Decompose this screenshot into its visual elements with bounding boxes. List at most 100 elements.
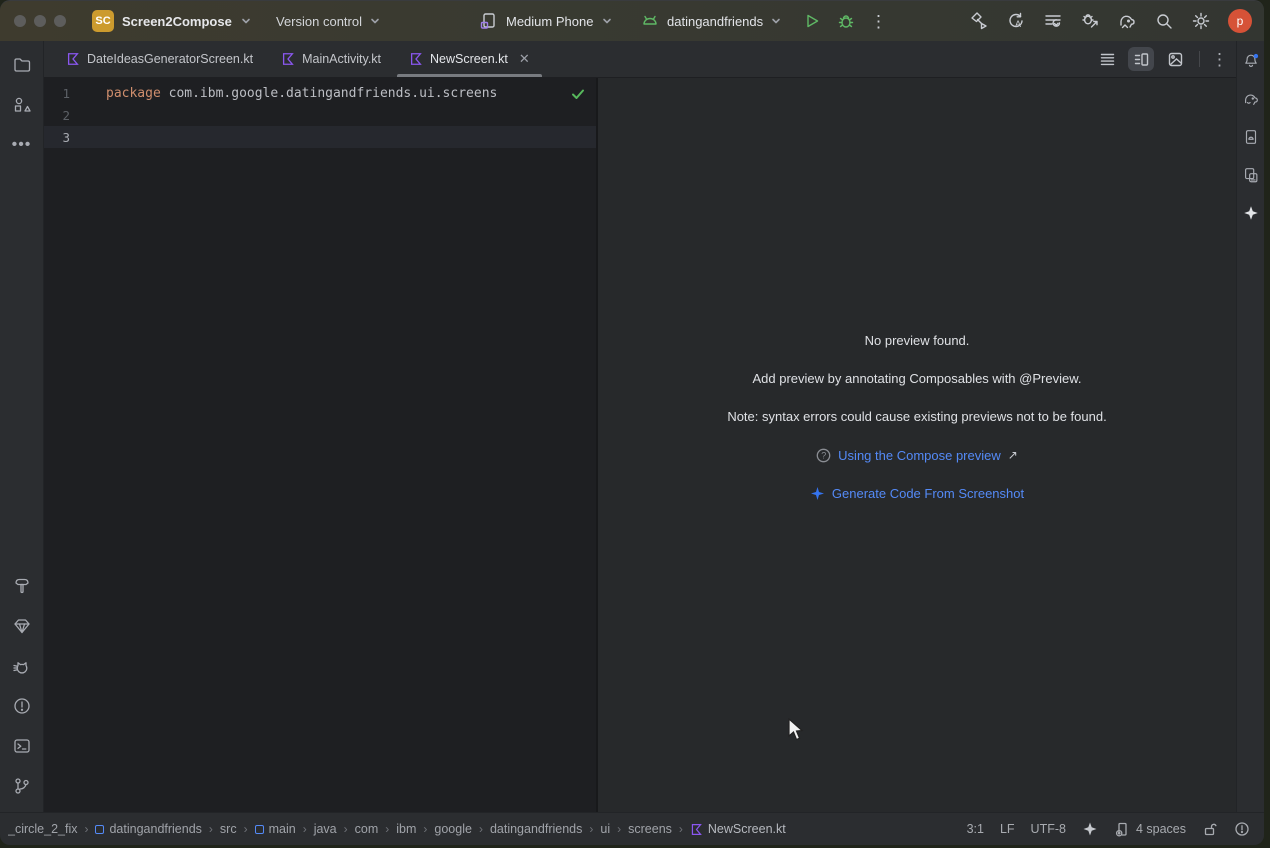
ide-window: SC Screen2Compose Version control Medium… xyxy=(0,0,1264,845)
gemini-assistant-button[interactable] xyxy=(1239,201,1263,225)
device-manager-button[interactable] xyxy=(1239,125,1263,149)
project-tool-button[interactable] xyxy=(8,51,36,79)
chevron-right-icon: › xyxy=(303,822,307,836)
breadcrumb-item[interactable]: main xyxy=(255,822,296,836)
code-view-icon xyxy=(1099,51,1116,68)
breadcrumb-item[interactable]: com xyxy=(355,822,379,836)
terminal-icon xyxy=(12,736,32,756)
logcat-tool-button[interactable] xyxy=(8,652,36,680)
build-tool-button[interactable] xyxy=(8,572,36,600)
chevron-right-icon: › xyxy=(617,822,621,836)
build-run-icon[interactable] xyxy=(969,11,989,31)
breadcrumb-item[interactable]: src xyxy=(220,822,237,836)
apply-code-changes-icon[interactable]: A xyxy=(1006,11,1026,31)
attach-debugger-icon[interactable] xyxy=(1080,11,1100,31)
line-number: 2 xyxy=(44,108,80,123)
design-view-icon xyxy=(1167,51,1184,68)
code-view-button[interactable] xyxy=(1094,47,1120,71)
compose-preview-help-link[interactable]: ? Using the Compose preview ↗ xyxy=(816,447,1018,463)
gemini-status-icon[interactable] xyxy=(1082,821,1098,837)
breadcrumb-item[interactable]: ui xyxy=(600,822,610,836)
tab-mainactivity[interactable]: MainActivity.kt xyxy=(267,41,395,77)
user-avatar[interactable]: p xyxy=(1228,9,1252,33)
git-branch-icon xyxy=(12,776,32,796)
preview-message-hint: Add preview by annotating Composables wi… xyxy=(753,371,1082,387)
list-refresh-icon[interactable] xyxy=(1043,11,1063,31)
breadcrumb-item[interactable]: _circle_2_fix xyxy=(8,822,77,836)
run-controls: ⋮ xyxy=(802,1,887,41)
encoding-widget[interactable]: UTF-8 xyxy=(1031,822,1066,836)
gemini-sparkle-icon xyxy=(810,486,825,501)
code-text: package com.ibm.google.datingandfriends.… xyxy=(80,86,497,101)
search-icon[interactable] xyxy=(1154,11,1174,31)
breadcrumb-item[interactable]: java xyxy=(314,822,337,836)
breadcrumb-item[interactable]: datingandfriends xyxy=(490,822,582,836)
gemini-tool-button[interactable] xyxy=(8,612,36,640)
code-editor[interactable]: 1 package com.ibm.google.datingandfriend… xyxy=(44,78,596,812)
gradle-tool-button[interactable] xyxy=(1239,87,1263,111)
editor-tab-bar: DateIdeasGeneratorScreen.kt MainActivity… xyxy=(44,41,1236,78)
indent-widget[interactable]: 4 spaces xyxy=(1114,821,1186,837)
project-icon: SC xyxy=(92,10,114,32)
status-widgets: 3:1 LF UTF-8 4 spaces xyxy=(967,821,1250,837)
bell-icon xyxy=(1242,52,1260,70)
breadcrumb-item[interactable]: ibm xyxy=(396,822,416,836)
generate-link-label: Generate Code From Screenshot xyxy=(832,486,1024,501)
breadcrumb-item[interactable]: datingandfriends xyxy=(95,822,201,836)
compose-preview-panel: No preview found. Add preview by annotat… xyxy=(598,78,1236,812)
run-configuration-selector[interactable]: datingandfriends xyxy=(640,1,782,41)
version-control-menu[interactable]: Version control xyxy=(276,1,381,41)
module-icon xyxy=(255,825,264,834)
minimize-window-button[interactable] xyxy=(34,15,46,27)
ellipsis-icon: ••• xyxy=(12,136,32,154)
device-selector[interactable]: Medium Phone xyxy=(478,1,613,41)
resizable-device-icon xyxy=(478,11,498,31)
indent-settings-icon xyxy=(1114,821,1130,837)
generate-code-from-screenshot-link[interactable]: Generate Code From Screenshot xyxy=(810,485,1024,501)
breadcrumb-item[interactable]: screens xyxy=(628,822,672,836)
design-view-button[interactable] xyxy=(1162,47,1188,71)
chevron-down-icon xyxy=(601,15,613,27)
folder-icon xyxy=(12,55,32,75)
debug-button[interactable] xyxy=(836,11,856,31)
tab-dateideasgeneratorscreen[interactable]: DateIdeasGeneratorScreen.kt xyxy=(52,41,267,77)
more-tool-windows-button[interactable]: ••• xyxy=(8,131,36,159)
split-view-button[interactable] xyxy=(1128,47,1154,71)
caret-position-widget[interactable]: 3:1 xyxy=(967,822,984,836)
line-ending-widget[interactable]: LF xyxy=(1000,822,1015,836)
gradle-elephant-icon xyxy=(1242,90,1260,108)
more-run-options-button[interactable]: ⋮ xyxy=(870,13,887,30)
gem-icon xyxy=(12,616,32,636)
inspection-level-icon[interactable] xyxy=(1234,821,1250,837)
zoom-window-button[interactable] xyxy=(54,15,66,27)
resource-manager-icon xyxy=(12,95,32,115)
settings-gear-icon[interactable] xyxy=(1191,11,1211,31)
kotlin-file-icon xyxy=(409,52,423,66)
unlock-icon[interactable] xyxy=(1202,821,1218,837)
breadcrumb-file[interactable]: NewScreen.kt xyxy=(690,822,786,836)
kotlin-file-icon xyxy=(281,52,295,66)
tab-newscreen[interactable]: NewScreen.kt ✕ xyxy=(395,41,544,77)
close-window-button[interactable] xyxy=(14,15,26,27)
android-icon xyxy=(640,11,660,31)
project-menu[interactable]: SC Screen2Compose xyxy=(92,1,252,41)
terminal-tool-button[interactable] xyxy=(8,732,36,760)
inspections-ok-icon[interactable] xyxy=(570,86,586,102)
version-control-tool-button[interactable] xyxy=(8,772,36,800)
kotlin-file-icon xyxy=(66,52,80,66)
running-devices-button[interactable] xyxy=(1239,163,1263,187)
keyword: package xyxy=(106,86,161,101)
notifications-button[interactable] xyxy=(1239,49,1263,73)
breadcrumb-item[interactable]: google xyxy=(434,822,472,836)
chevron-down-icon xyxy=(770,15,782,27)
editor-options-button[interactable]: ⋮ xyxy=(1211,51,1228,68)
device-manager-icon xyxy=(1242,128,1260,146)
gradle-sync-icon[interactable] xyxy=(1117,11,1137,31)
resource-manager-tool-button[interactable] xyxy=(8,91,36,119)
editor-view-modes: ⋮ xyxy=(1094,41,1228,77)
close-tab-icon[interactable]: ✕ xyxy=(519,51,530,67)
version-control-label: Version control xyxy=(276,14,362,29)
package-path: com.ibm.google.datingandfriends.ui.scree… xyxy=(161,86,498,101)
problems-tool-button[interactable] xyxy=(8,692,36,720)
run-button[interactable] xyxy=(802,11,822,31)
